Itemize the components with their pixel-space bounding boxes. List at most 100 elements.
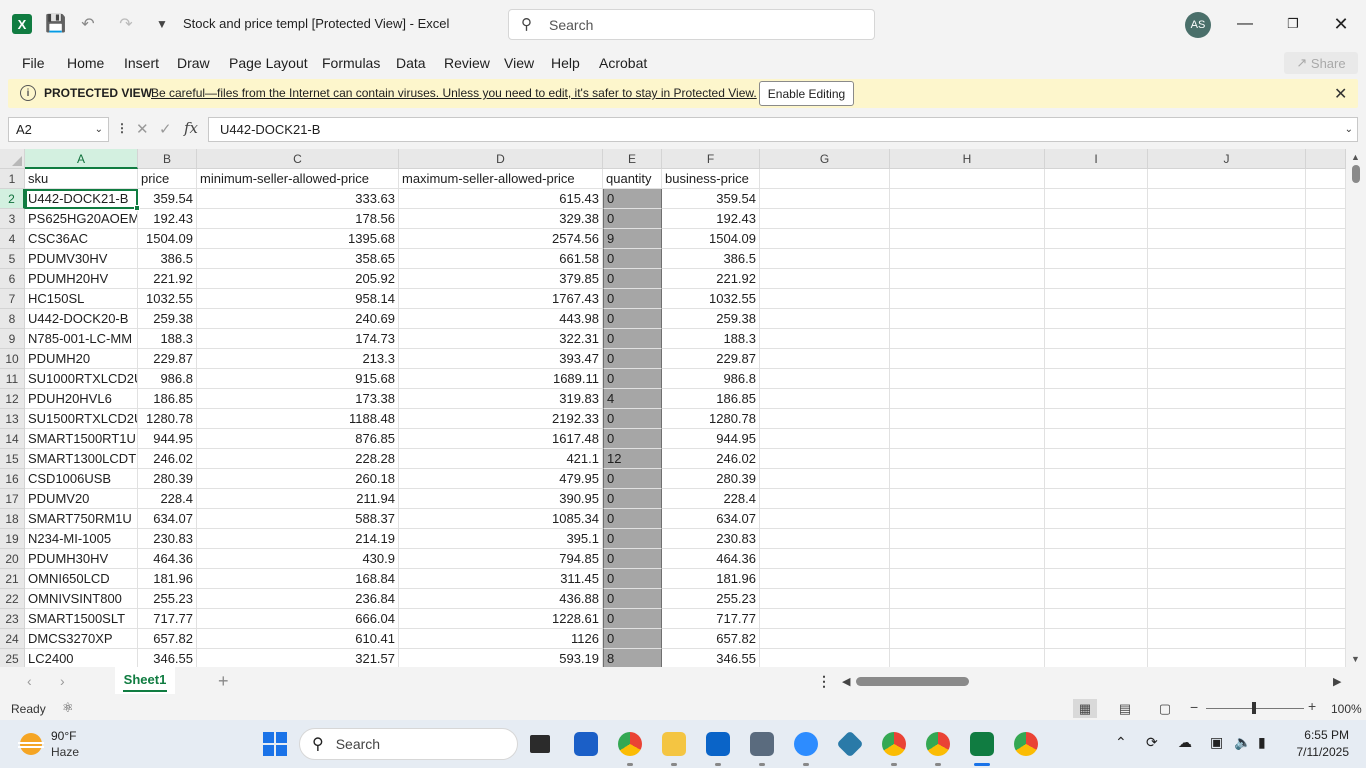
grid-cell[interactable] bbox=[1045, 409, 1148, 429]
grid-cell[interactable]: SMART1500SLT bbox=[25, 609, 138, 629]
protected-view-message[interactable]: Be careful—files from the Internet can c… bbox=[151, 86, 757, 100]
grid-cell[interactable]: 436.88 bbox=[399, 589, 603, 609]
grid-cell[interactable] bbox=[1306, 349, 1346, 369]
grid-cell[interactable] bbox=[1045, 349, 1148, 369]
grid-cell[interactable]: 0 bbox=[603, 529, 662, 549]
grid-cell[interactable] bbox=[890, 509, 1045, 529]
select-all-button[interactable] bbox=[0, 149, 25, 169]
grid-cell[interactable] bbox=[890, 529, 1045, 549]
grid-cell[interactable] bbox=[760, 269, 890, 289]
grid-cell[interactable]: 395.1 bbox=[399, 529, 603, 549]
grid-cell[interactable]: 0 bbox=[603, 609, 662, 629]
grid-cell[interactable]: 0 bbox=[603, 429, 662, 449]
grid-cell[interactable]: 214.19 bbox=[197, 529, 399, 549]
grid-cell[interactable] bbox=[760, 169, 890, 189]
grid-cell[interactable]: CSC36AC bbox=[25, 229, 138, 249]
column-header[interactable]: C bbox=[197, 149, 399, 169]
grid-cell[interactable]: 178.56 bbox=[197, 209, 399, 229]
grid-cell[interactable] bbox=[1148, 629, 1306, 649]
grid-cell[interactable] bbox=[760, 549, 890, 569]
grid-cell[interactable]: SU1500RTXLCD2U bbox=[25, 409, 138, 429]
grid-cell[interactable] bbox=[760, 369, 890, 389]
grid-cell[interactable]: 211.94 bbox=[197, 489, 399, 509]
row-header[interactable]: 16 bbox=[0, 469, 25, 489]
grid-cell[interactable] bbox=[890, 489, 1045, 509]
row-header[interactable]: 6 bbox=[0, 269, 25, 289]
tab-acrobat[interactable]: Acrobat bbox=[599, 55, 647, 71]
grid-cell[interactable] bbox=[1148, 529, 1306, 549]
clock-date[interactable]: 7/11/2025 bbox=[1287, 745, 1350, 759]
column-header[interactable]: H bbox=[890, 149, 1045, 169]
grid-cell[interactable] bbox=[1306, 649, 1346, 667]
onedrive-icon[interactable]: ☁ bbox=[1178, 734, 1192, 751]
grid-cell[interactable] bbox=[1306, 569, 1346, 589]
account-avatar[interactable]: AS bbox=[1185, 12, 1211, 38]
grid-cell[interactable] bbox=[890, 409, 1045, 429]
column-header[interactable]: D bbox=[399, 149, 603, 169]
outlook-icon[interactable] bbox=[706, 732, 730, 766]
grid-cell[interactable] bbox=[890, 229, 1045, 249]
grid-cell[interactable] bbox=[890, 209, 1045, 229]
grid-cell[interactable]: PDUMH30HV bbox=[25, 549, 138, 569]
grid-cell[interactable] bbox=[1148, 389, 1306, 409]
chrome-profile-icon[interactable] bbox=[926, 732, 950, 766]
grid-cell[interactable]: 186.85 bbox=[662, 389, 760, 409]
grid-cell[interactable]: 358.65 bbox=[197, 249, 399, 269]
grid-cell[interactable] bbox=[1148, 489, 1306, 509]
fill-handle[interactable] bbox=[134, 205, 140, 211]
grid-cell[interactable] bbox=[1148, 429, 1306, 449]
zoom-level[interactable]: 100% bbox=[1331, 702, 1362, 716]
chrome-profile-icon[interactable] bbox=[1014, 732, 1038, 756]
grid-cell[interactable] bbox=[1306, 169, 1346, 189]
microsoft-store-icon[interactable] bbox=[574, 732, 598, 756]
row-header[interactable]: 13 bbox=[0, 409, 25, 429]
grid-cell[interactable]: 229.87 bbox=[662, 349, 760, 369]
restore-icon[interactable]: ❐ bbox=[1270, 8, 1316, 40]
grid-cell[interactable] bbox=[760, 609, 890, 629]
grid-cell[interactable]: 186.85 bbox=[138, 389, 197, 409]
grid-cell[interactable]: 173.38 bbox=[197, 389, 399, 409]
grid-cell[interactable]: 0 bbox=[603, 309, 662, 329]
grid-cell[interactable]: 246.02 bbox=[662, 449, 760, 469]
grid-cell[interactable]: LC2400 bbox=[25, 649, 138, 667]
grid-cell[interactable]: 0 bbox=[603, 509, 662, 529]
row-header[interactable]: 18 bbox=[0, 509, 25, 529]
grid-cell[interactable]: 0 bbox=[603, 369, 662, 389]
grid-cell[interactable] bbox=[760, 289, 890, 309]
grid-cell[interactable]: 1032.55 bbox=[138, 289, 197, 309]
grid-cell[interactable]: DMCS3270XP bbox=[25, 629, 138, 649]
grid-cell[interactable] bbox=[1045, 209, 1148, 229]
zoom-out-icon[interactable]: − bbox=[1190, 699, 1198, 715]
grid-cell[interactable] bbox=[890, 549, 1045, 569]
grid-cell[interactable] bbox=[1045, 629, 1148, 649]
grid-cell[interactable] bbox=[760, 309, 890, 329]
grid-cell[interactable] bbox=[1045, 449, 1148, 469]
grid-cell[interactable] bbox=[890, 169, 1045, 189]
grid-cell[interactable]: 1767.43 bbox=[399, 289, 603, 309]
calculator-icon[interactable] bbox=[750, 732, 774, 766]
grid-cell[interactable]: 390.95 bbox=[399, 489, 603, 509]
zoom-in-icon[interactable]: + bbox=[1308, 698, 1316, 714]
grid-cell[interactable] bbox=[890, 469, 1045, 489]
grid-cell[interactable]: 0 bbox=[603, 589, 662, 609]
grid-cell[interactable] bbox=[1148, 549, 1306, 569]
grid-cell[interactable]: 0 bbox=[603, 569, 662, 589]
grid-cell[interactable]: 2574.56 bbox=[399, 229, 603, 249]
row-header[interactable]: 2 bbox=[0, 189, 25, 209]
grid-cell[interactable]: 329.38 bbox=[399, 209, 603, 229]
tab-review[interactable]: Review bbox=[444, 55, 490, 71]
row-header[interactable]: 22 bbox=[0, 589, 25, 609]
grid-cell[interactable]: 386.5 bbox=[138, 249, 197, 269]
grid-cell[interactable]: 986.8 bbox=[138, 369, 197, 389]
grid-cell[interactable]: 0 bbox=[603, 209, 662, 229]
grid-cell[interactable]: 259.38 bbox=[662, 309, 760, 329]
scroll-left-icon[interactable]: ◀ bbox=[842, 675, 850, 688]
grid-cell[interactable] bbox=[760, 569, 890, 589]
minimize-icon[interactable]: — bbox=[1222, 8, 1268, 40]
grid-cell[interactable] bbox=[1306, 329, 1346, 349]
grid-cell[interactable] bbox=[890, 309, 1045, 329]
weather-condition[interactable]: Haze bbox=[51, 745, 79, 759]
grid-cell[interactable]: 321.57 bbox=[197, 649, 399, 667]
grid-cell[interactable] bbox=[1148, 349, 1306, 369]
grid-cell[interactable] bbox=[890, 629, 1045, 649]
